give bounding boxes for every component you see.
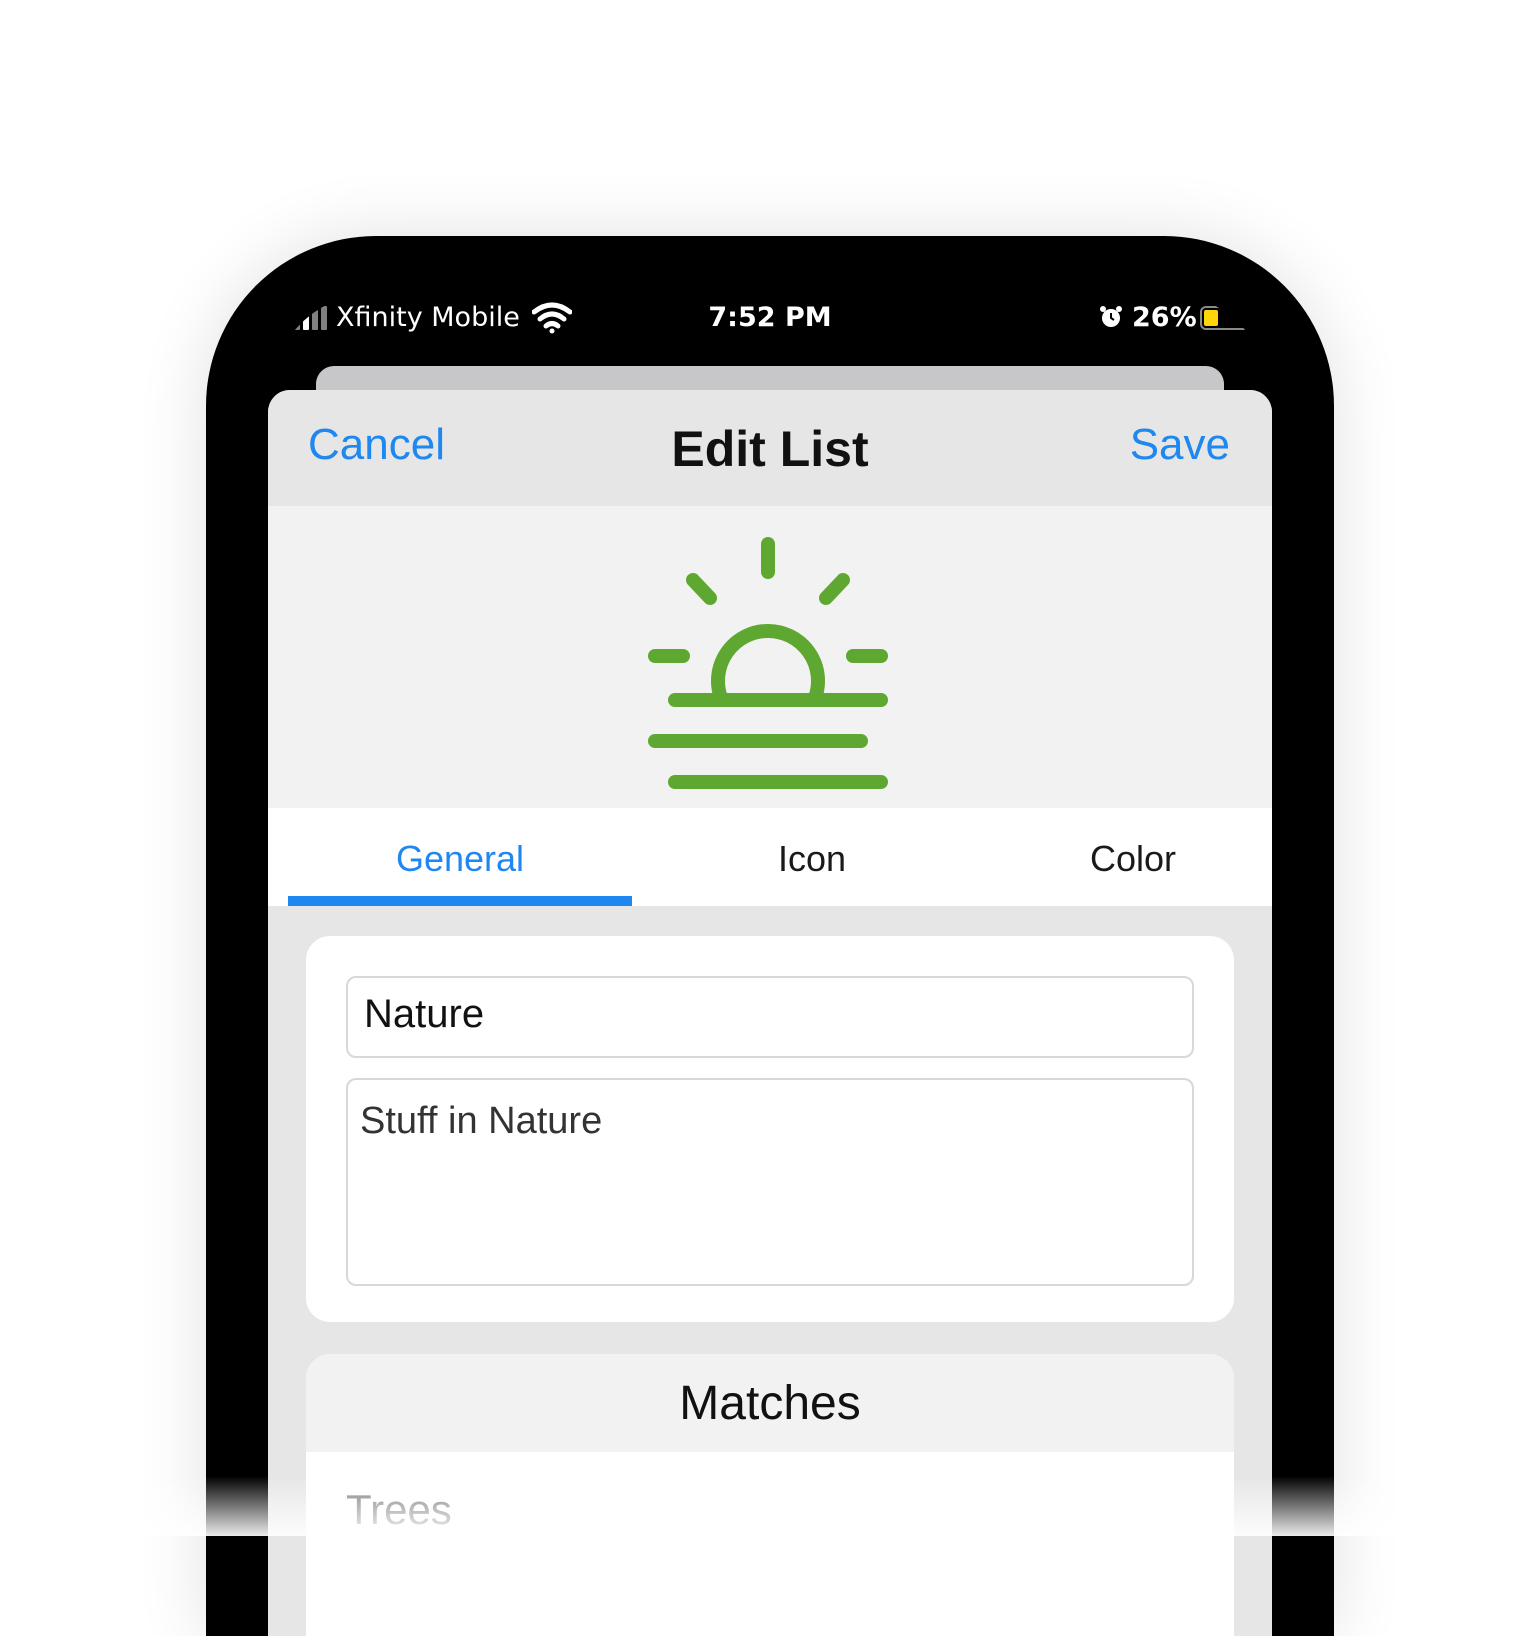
matches-title: Matches xyxy=(679,1377,861,1430)
segmented-tabs: General Icon Color xyxy=(268,808,1272,906)
page-title: Edit List xyxy=(671,421,869,477)
matches-section: Matches Trees xyxy=(306,1354,1234,1636)
general-card: Nature Stuff in Nature xyxy=(306,936,1234,1322)
matches-list: Trees xyxy=(306,1452,1234,1636)
save-button[interactable]: Save xyxy=(1130,420,1230,470)
selected-tab-indicator xyxy=(288,896,632,906)
navigation-bar: Cancel Edit List Save xyxy=(268,390,1272,506)
list-item[interactable]: Trees xyxy=(346,1486,452,1534)
battery-icon xyxy=(1200,306,1260,330)
list-description-field[interactable]: Stuff in Nature xyxy=(346,1078,1194,1286)
tab-color[interactable]: Color xyxy=(988,838,1272,880)
tab-icon[interactable]: Icon xyxy=(654,838,970,880)
list-icon-preview xyxy=(268,506,1272,808)
tab-general[interactable]: General xyxy=(288,838,632,880)
sunrise-icon xyxy=(648,537,888,789)
status-bar: Xfinity Mobile 7:52 PM 26% xyxy=(268,292,1272,352)
battery-percent: 26% xyxy=(1132,302,1197,333)
phone-frame: Xfinity Mobile 7:52 PM 26% Cancel Edit L… xyxy=(206,236,1334,1636)
battery-level-fill xyxy=(1204,310,1218,326)
list-name-field[interactable]: Nature xyxy=(346,976,1194,1058)
edit-list-sheet: Cancel Edit List Save General Icon Color… xyxy=(268,390,1272,1636)
phone-screen: Xfinity Mobile 7:52 PM 26% Cancel Edit L… xyxy=(268,292,1272,1636)
alarm-icon xyxy=(1100,306,1122,327)
